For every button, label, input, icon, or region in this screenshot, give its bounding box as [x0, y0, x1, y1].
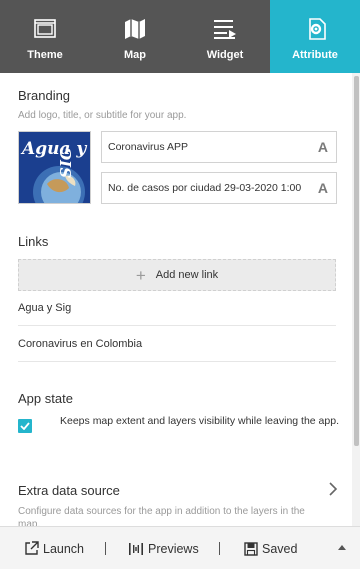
extra-data-source-heading[interactable]: Extra data source: [18, 483, 120, 498]
logo-lettering: Agua y: [20, 139, 87, 159]
add-new-link-label: Add new link: [155, 269, 219, 281]
widget-icon: [212, 16, 238, 42]
caret-up-icon[interactable]: [338, 545, 346, 550]
add-new-link-button[interactable]: + Add new link: [18, 259, 336, 291]
theme-icon: [32, 16, 58, 42]
tab-map[interactable]: Map: [90, 0, 180, 73]
app-state-heading: App state: [18, 391, 73, 406]
branding-heading: Branding: [18, 88, 71, 103]
launch-label: Launch: [43, 541, 85, 556]
font-style-icon[interactable]: A: [318, 180, 328, 196]
tab-attribute-label: Attribute: [292, 49, 338, 61]
link-item-label: Agua y Sig: [18, 302, 72, 314]
previews-icon: [129, 542, 143, 555]
settings-tab-bar: Theme Map Widget Attribute: [0, 0, 360, 73]
previews-button[interactable]: Previews: [128, 527, 199, 569]
branding-description: Add logo, title, or subtitle for your ap…: [18, 110, 187, 121]
tab-widget-label: Widget: [206, 49, 244, 61]
app-title-field[interactable]: A: [101, 131, 337, 163]
save-button[interactable]: Saved: [244, 527, 297, 569]
tab-theme[interactable]: Theme: [0, 0, 90, 73]
font-style-icon[interactable]: A: [318, 139, 328, 155]
checkmark-icon: [20, 422, 30, 430]
scrollbar-thumb[interactable]: [354, 76, 359, 446]
app-state-description: Keeps map extent and layers visibility w…: [60, 415, 339, 427]
toolbar-divider: [219, 542, 220, 555]
bottom-toolbar: Launch Previews Saved: [0, 526, 360, 569]
attribute-gear-icon: [302, 16, 328, 42]
link-item[interactable]: Coronavirus en Colombia: [18, 327, 336, 362]
chevron-right-icon[interactable]: [327, 481, 339, 497]
app-subtitle-input[interactable]: [108, 182, 308, 194]
previews-label: Previews: [148, 541, 199, 556]
tab-theme-label: Theme: [27, 49, 63, 61]
toolbar-divider: [105, 542, 106, 555]
app-subtitle-field[interactable]: A: [101, 172, 337, 204]
plus-icon: +: [135, 265, 146, 285]
extra-data-source-description: Configure data sources for the app in ad…: [18, 506, 305, 526]
app-state-checkbox[interactable]: [18, 419, 32, 433]
app-logo-upload[interactable]: Agua y SIG: [18, 131, 91, 204]
tab-map-label: Map: [124, 49, 146, 61]
svg-text:SIG: SIG: [57, 147, 75, 178]
link-item-label: Coronavirus en Colombia: [18, 338, 143, 350]
links-heading: Links: [18, 234, 49, 249]
link-item[interactable]: Agua y Sig: [18, 291, 336, 326]
tab-attribute[interactable]: Attribute: [270, 0, 360, 73]
app-title-input[interactable]: [108, 141, 308, 153]
attribute-settings-panel[interactable]: Branding Add logo, title, or subtitle fo…: [0, 73, 352, 526]
launch-icon: [25, 541, 39, 555]
launch-button[interactable]: Launch: [24, 527, 84, 569]
saved-label: Saved: [262, 541, 298, 556]
map-icon: [122, 16, 148, 42]
tab-widget[interactable]: Widget: [180, 0, 270, 73]
save-icon: [244, 541, 258, 556]
